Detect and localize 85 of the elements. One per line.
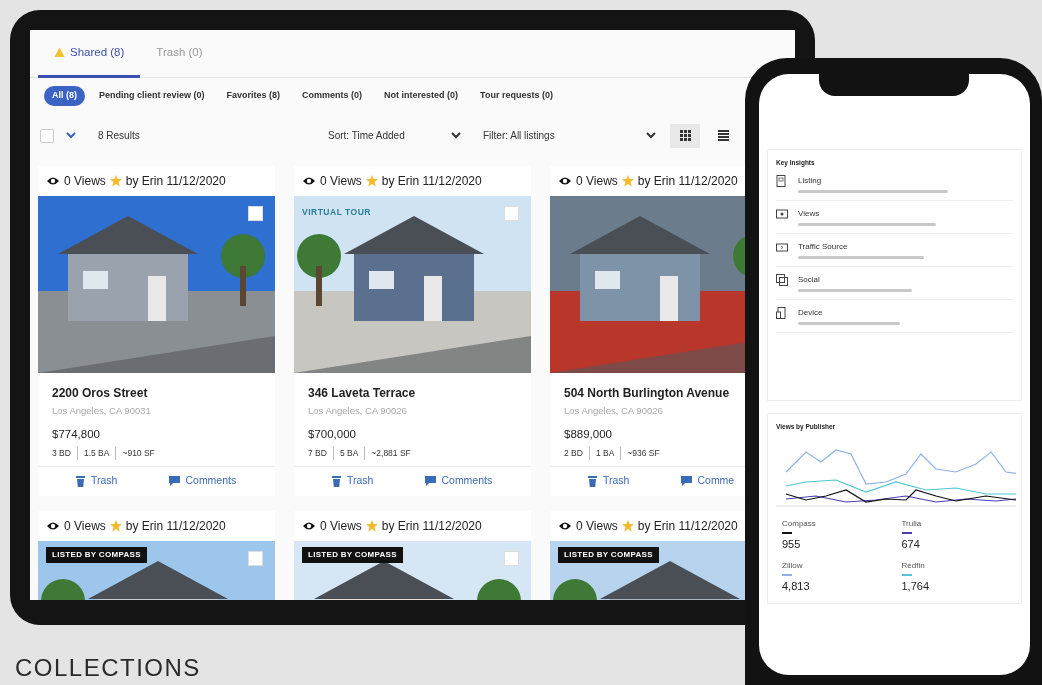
star-icon (365, 519, 378, 532)
filter-pill[interactable]: Favorites (8) (218, 86, 289, 106)
select-all-checkbox[interactable] (40, 128, 54, 143)
comment-icon (425, 476, 437, 487)
listing-price: $700,000 (308, 426, 357, 442)
listing-spec: 5 BA (332, 447, 365, 460)
caret-icon (646, 132, 656, 139)
monitor-icon (776, 207, 788, 220)
caret-icon (66, 132, 76, 139)
results-count: 8 Results (98, 129, 140, 143)
star-icon (621, 519, 634, 532)
listing-spec: 2 BD (564, 447, 584, 460)
shared-by: by Erin 11/12/2020 (125, 517, 226, 535)
filter-pill[interactable]: Comments (0) (294, 86, 371, 106)
trash-button[interactable]: Trash (587, 473, 630, 490)
shared-by: by Erin 11/12/2020 (637, 517, 738, 535)
listing-spec: 1.5 BA (76, 447, 116, 460)
trash-button[interactable]: Trash (75, 473, 118, 490)
view-count: 0 Views (320, 172, 362, 190)
star-icon (365, 174, 378, 187)
comments-button[interactable]: Comments (425, 473, 493, 490)
insight-label: Device (798, 306, 824, 319)
listing-address: Los Angeles, CA 90026 (308, 403, 408, 418)
trash-icon (587, 475, 598, 488)
comment-icon (169, 476, 181, 487)
listing-tag: VIRTUAL TOUR (302, 205, 371, 219)
insight-label: Traffic Source (798, 240, 849, 253)
shared-by: by Erin 11/12/2020 (125, 172, 226, 190)
view-count: 0 Views (576, 517, 618, 535)
shared-by: by Erin 11/12/2020 (381, 172, 482, 190)
listing-price: $774,800 (52, 426, 101, 442)
insight-label: Views (798, 207, 821, 220)
listing-address: Los Angeles, CA 90031 (52, 403, 152, 418)
star-icon (621, 174, 634, 187)
listing-spec: ~2,881 SF (364, 447, 417, 460)
trash-button[interactable]: Trash (331, 473, 374, 490)
legend-value: 674 (901, 536, 921, 552)
filter-pill[interactable]: Tour requests (0) (472, 86, 561, 106)
list-icon (717, 130, 729, 141)
tab[interactable]: Shared (8) (38, 30, 141, 78)
filter-pill[interactable]: Pending client review (0) (91, 86, 213, 106)
star-icon (109, 519, 122, 532)
document-icon (776, 174, 788, 187)
shared-by: by Erin 11/12/2020 (381, 517, 482, 535)
insight-label: Listing (798, 174, 823, 187)
star-icon (109, 174, 122, 187)
listing-title: 504 North Burlington Avenue (564, 384, 731, 402)
legend-name: Trulia (901, 517, 923, 530)
listing-price: $889,000 (564, 426, 613, 442)
listing-spec: ~936 SF (620, 447, 666, 460)
listing-spec: 7 BD (308, 447, 328, 460)
browser-icon (776, 240, 788, 253)
grid-view-button[interactable] (670, 123, 700, 148)
insight-label: Social (798, 273, 821, 286)
legend-value: 955 (782, 536, 802, 552)
comments-button[interactable]: Comme (681, 473, 735, 490)
device-icon (776, 306, 788, 319)
listing-title: 2200 Oros Street (52, 384, 149, 402)
filter-select[interactable]: Filter: All listings (477, 124, 662, 147)
windows-icon (776, 273, 788, 286)
view-count: 0 Views (64, 517, 106, 535)
comments-button[interactable]: Comments (169, 473, 237, 490)
trash-icon (331, 475, 342, 488)
legend-name: Redfin (901, 560, 926, 573)
shared-by: by Erin 11/12/2020 (637, 172, 738, 190)
legend-value: 4,813 (782, 579, 811, 595)
view-count: 0 Views (576, 172, 618, 190)
legend-value: 1,764 (901, 579, 931, 595)
caret-icon (451, 132, 461, 139)
trash-icon (75, 475, 86, 488)
listing-spec: 1 BA (588, 447, 621, 460)
filter-pill[interactable]: Not interested (0) (376, 86, 467, 106)
caption: COLLECTIONS (15, 653, 201, 683)
filter-pill[interactable]: All (8) (44, 86, 85, 106)
listing-spec: 3 BD (52, 447, 72, 460)
grid-icon (679, 130, 691, 141)
view-count: 0 Views (320, 517, 362, 535)
comment-icon (681, 476, 693, 487)
legend-name: Zillow (782, 560, 804, 573)
listing-title: 346 Laveta Terrace (308, 384, 417, 402)
sort-select[interactable]: Sort: Time Added (322, 124, 467, 147)
legend-name: Compass (782, 517, 817, 530)
view-count: 0 Views (64, 172, 106, 190)
listing-address: Los Angeles, CA 90026 (564, 403, 664, 418)
listing-spec: ~910 SF (115, 447, 161, 460)
